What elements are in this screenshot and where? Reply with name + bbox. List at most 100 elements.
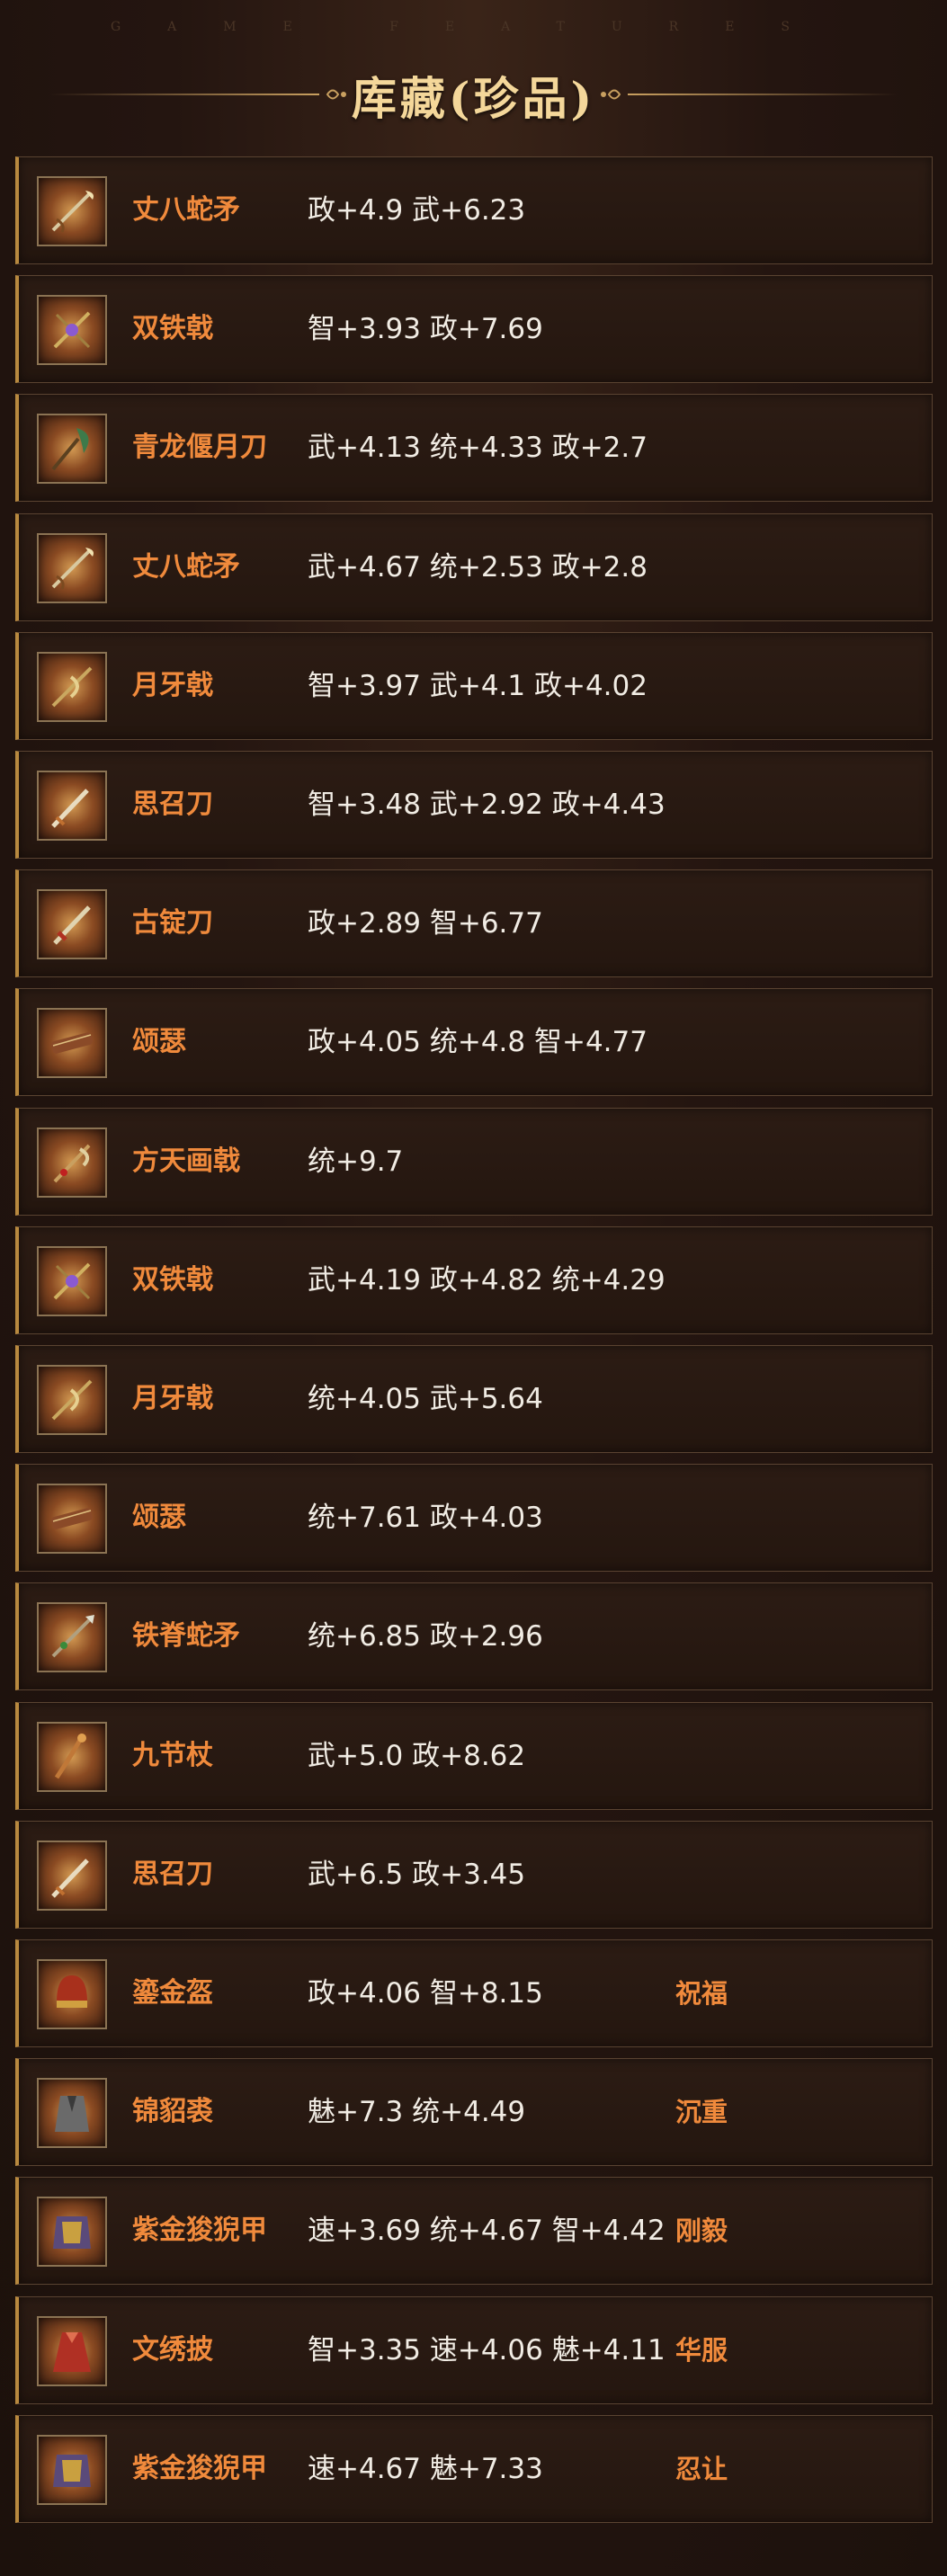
item-icon-frame [37, 295, 107, 365]
treasure-row: 思召刀 智+3.48 武+2.92 政+4.43 [15, 751, 933, 859]
treasure-row: 颂瑟 政+4.05 统+4.8 智+4.77 [15, 988, 933, 1096]
item-stats: 武+4.13 统+4.33 政+2.7 [308, 432, 648, 464]
item-icon-frame [37, 1841, 107, 1911]
treasure-row: 方天画戟 统+9.7 [15, 1108, 933, 1216]
item-name: 青龙偃月刀 [132, 432, 267, 463]
treasure-row: 紫金狻猊甲 速+4.67 魅+7.33 忍让 [15, 2415, 933, 2523]
treasure-row: 古锭刀 政+2.89 智+6.77 [15, 869, 933, 977]
sky-halberd-icon [53, 1144, 91, 1183]
item-icon-frame [37, 2316, 107, 2386]
item-name: 紫金狻猊甲 [132, 2453, 267, 2484]
fur-robe-icon [55, 2096, 89, 2132]
item-icon-frame [37, 176, 107, 246]
item-stats: 统+4.05 武+5.64 [308, 1383, 543, 1415]
item-name: 方天画戟 [132, 1145, 240, 1177]
snake-spear-icon [51, 548, 94, 590]
item-icon-frame [37, 1128, 107, 1198]
item-icon-frame [37, 1602, 107, 1672]
header-subtitle: GAME FEATURES [110, 20, 837, 34]
title-row: 库藏(珍品) [0, 63, 947, 126]
item-stats: 统+7.61 政+4.03 [308, 1502, 543, 1534]
item-stats: 智+3.97 武+4.1 政+4.02 [308, 670, 648, 702]
title-divider-right [628, 94, 898, 95]
item-name: 紫金狻猊甲 [132, 2215, 267, 2246]
item-stats: 武+4.67 统+2.53 政+2.8 [308, 551, 648, 584]
item-name: 颂瑟 [132, 1502, 186, 1533]
item-icon-frame [37, 1008, 107, 1078]
saber-icon [51, 1858, 89, 1898]
item-trait: 祝福 [675, 1978, 728, 2009]
treasure-row: 丈八蛇矛 政+4.9 武+6.23 [15, 156, 933, 264]
item-trait: 忍让 [675, 2454, 728, 2484]
item-icon-frame [37, 1722, 107, 1792]
item-icon-frame [37, 533, 107, 603]
item-icon-frame [37, 2197, 107, 2267]
item-stats: 政+4.05 统+4.8 智+4.77 [308, 1026, 648, 1058]
item-stats: 速+4.67 魅+7.33 [308, 2453, 543, 2485]
treasure-row: 文绣披 智+3.35 速+4.06 魅+4.11 华服 [15, 2296, 933, 2404]
double-halberd-icon [53, 1262, 91, 1300]
treasure-row: 月牙戟 统+4.05 武+5.64 [15, 1345, 933, 1453]
item-stats: 武+4.19 政+4.82 统+4.29 [308, 1264, 666, 1297]
crescent-halberd-icon [51, 1379, 93, 1421]
item-name: 颂瑟 [132, 1026, 186, 1057]
item-name: 锦貂裘 [132, 2096, 213, 2127]
cape-icon [53, 2332, 91, 2372]
ornament-right-icon [601, 89, 621, 100]
item-stats: 魅+7.3 统+4.49 [308, 2096, 526, 2128]
treasure-row: 颂瑟 统+7.61 政+4.03 [15, 1464, 933, 1572]
item-icon-frame [37, 2435, 107, 2505]
item-name: 月牙戟 [132, 1383, 213, 1414]
crescent-halberd-icon [51, 666, 93, 708]
treasure-row: 双铁戟 智+3.93 政+7.69 [15, 275, 933, 383]
item-name: 丈八蛇矛 [132, 194, 240, 226]
item-stats: 统+9.7 [308, 1145, 404, 1178]
item-name: 月牙戟 [132, 670, 213, 701]
treasure-row: 月牙戟 智+3.97 武+4.1 政+4.02 [15, 632, 933, 740]
treasure-row: 思召刀 武+6.5 政+3.45 [15, 1821, 933, 1929]
item-name: 文绣披 [132, 2334, 213, 2366]
item-trait: 华服 [675, 2335, 728, 2366]
ancient-blade-icon [53, 905, 91, 945]
zither-icon [50, 1508, 94, 1529]
header: GAME FEATURES 库藏(珍品) [0, 0, 947, 148]
treasure-row: 鎏金盔 政+4.06 智+8.15 祝福 [15, 1939, 933, 2047]
armor-icon [53, 2455, 91, 2487]
item-icon-frame [37, 1959, 107, 2029]
item-stats: 智+3.93 政+7.69 [308, 313, 543, 345]
item-name: 思召刀 [132, 1858, 213, 1890]
glaive-icon [51, 428, 89, 471]
zither-icon [50, 1032, 94, 1054]
item-stats: 武+6.5 政+3.45 [308, 1858, 526, 1891]
item-stats: 政+4.06 智+8.15 [308, 1977, 543, 2010]
item-icon-frame [37, 1246, 107, 1316]
item-stats: 智+3.48 武+2.92 政+4.43 [308, 789, 666, 821]
item-name: 九节杖 [132, 1740, 213, 1771]
item-trait: 沉重 [675, 2097, 728, 2127]
item-icon-frame [37, 889, 107, 959]
item-name: 双铁戟 [132, 1264, 213, 1296]
treasure-row: 丈八蛇矛 武+4.67 统+2.53 政+2.8 [15, 513, 933, 621]
treasure-row: 青龙偃月刀 武+4.13 统+4.33 政+2.7 [15, 394, 933, 502]
item-stats: 统+6.85 政+2.96 [308, 1620, 543, 1653]
item-icon-frame [37, 771, 107, 841]
helmet-icon [57, 1975, 87, 2008]
treasure-row: 紫金狻猊甲 速+3.69 统+4.67 智+4.42 刚毅 [15, 2177, 933, 2285]
item-stats: 政+2.89 智+6.77 [308, 907, 543, 940]
item-icon-frame [37, 1365, 107, 1435]
page-title: 库藏(珍品) [351, 72, 596, 125]
item-name: 思召刀 [132, 789, 213, 820]
item-trait: 刚毅 [675, 2215, 728, 2246]
item-stats: 政+4.9 武+6.23 [308, 194, 526, 227]
treasure-row: 锦貂裘 魅+7.3 统+4.49 沉重 [15, 2058, 933, 2166]
item-stats: 武+5.0 政+8.62 [308, 1740, 526, 1772]
item-name: 鎏金盔 [132, 1977, 213, 2009]
treasure-row: 九节杖 武+5.0 政+8.62 [15, 1702, 933, 1810]
item-icon-frame [37, 1484, 107, 1554]
armor-icon [53, 2216, 91, 2249]
item-name: 双铁戟 [132, 313, 213, 344]
snake-spear-icon [51, 191, 94, 233]
item-name: 古锭刀 [132, 907, 213, 939]
item-icon-frame [37, 2078, 107, 2148]
item-stats: 智+3.35 速+4.06 魅+4.11 [308, 2334, 666, 2367]
